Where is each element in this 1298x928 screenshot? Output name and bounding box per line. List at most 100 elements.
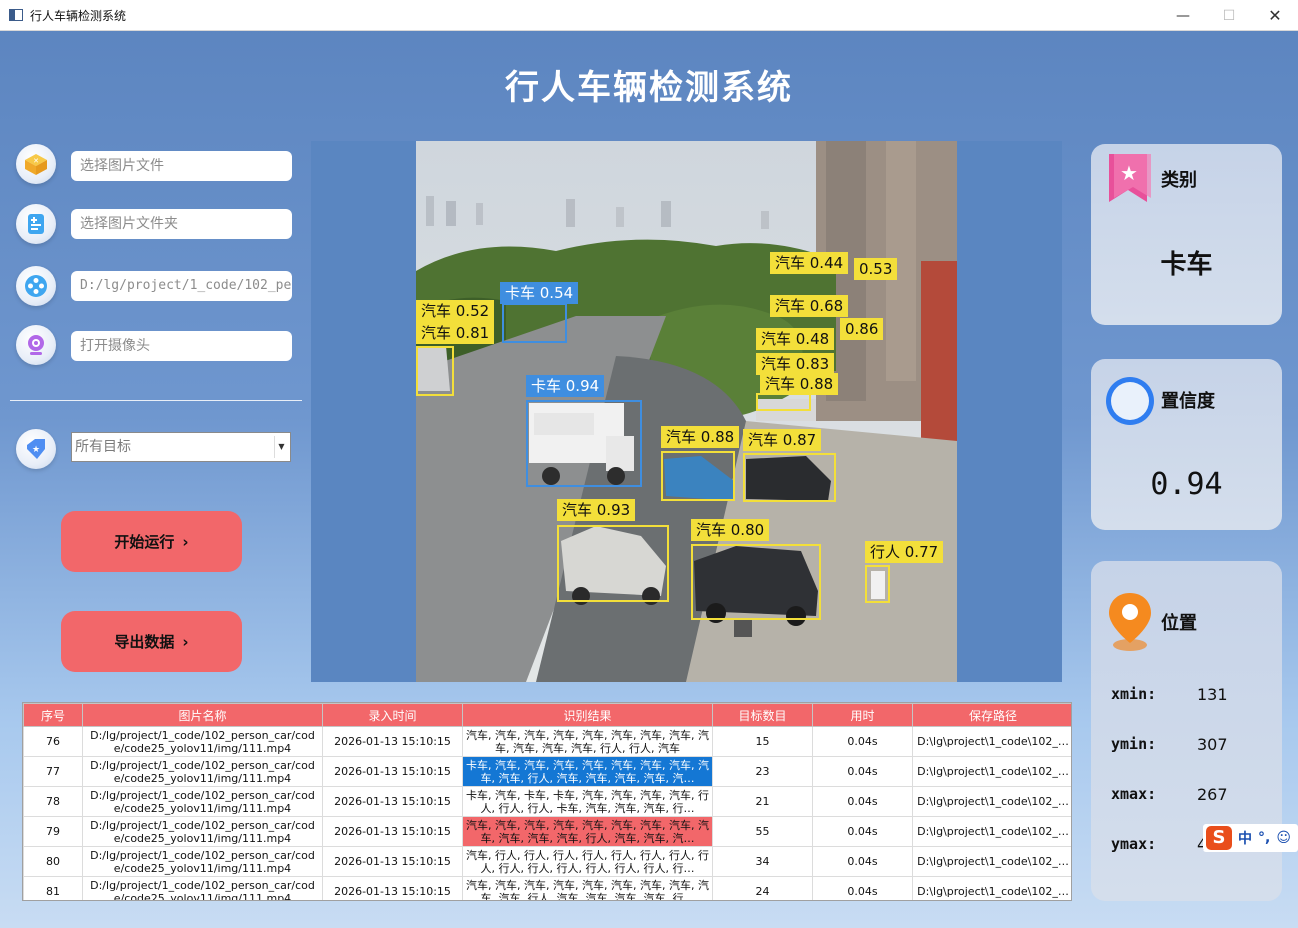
cell-id[interactable]: 76 [23, 726, 83, 757]
cell-count[interactable]: 21 [712, 786, 813, 817]
cell-result[interactable]: 汽车, 汽车, 汽车, 汽车, 汽车, 汽车, 汽车, 汽车, 汽车, 汽车, … [462, 816, 713, 847]
start-run-label: 开始运行 [114, 533, 175, 551]
col-header-count[interactable]: 目标数目 [712, 703, 813, 727]
cell-id[interactable]: 77 [23, 756, 83, 787]
start-run-button[interactable]: 开始运行 › [61, 511, 242, 572]
detection-box [502, 303, 567, 343]
cell-elapsed[interactable]: 0.04s [812, 786, 913, 817]
image-folder-icon[interactable] [16, 204, 56, 244]
cell-elapsed[interactable]: 0.04s [812, 756, 913, 787]
detection-label: 卡车 0.54 [500, 282, 579, 304]
emoji-icon[interactable]: ☺ [1276, 830, 1291, 846]
table-row[interactable]: 81 D:/lg/project/1_code/102_person_car/co… [23, 876, 1071, 900]
results-table[interactable]: 序号 图片名称 录入时间 识别结果 目标数目 用时 保存路径 76 D:/lg/p… [22, 702, 1072, 901]
ime-toolbar[interactable]: S 中 °, ☺ [1203, 824, 1298, 852]
table-row[interactable]: 77 D:/lg/project/1_code/102_person_car/co… [23, 756, 1071, 787]
cell-path[interactable]: D:\lg\project\1_code\102_… [912, 876, 1071, 900]
cell-elapsed[interactable]: 0.04s [812, 846, 913, 877]
cell-result[interactable]: 汽车, 汽车, 汽车, 汽车, 汽车, 汽车, 汽车, 汽车, 汽车, 汽车, … [462, 726, 713, 757]
cell-id[interactable]: 79 [23, 816, 83, 847]
cell-count[interactable]: 55 [712, 816, 813, 847]
svg-text:✕: ✕ [33, 157, 39, 165]
cell-name[interactable]: D:/lg/project/1_code/102_person_car/code… [82, 846, 323, 877]
cell-count[interactable]: 34 [712, 846, 813, 877]
ymin-value: 307 [1197, 735, 1228, 754]
cell-name[interactable]: D:/lg/project/1_code/102_person_car/code… [82, 756, 323, 787]
cell-time[interactable]: 2026-01-13 15:10:15 [322, 816, 463, 847]
detection-label: 0.53 [854, 258, 898, 280]
ymin-label: ymin: [1111, 735, 1157, 753]
detection-label: 0.86 [840, 318, 884, 340]
close-button[interactable]: ✕ [1252, 0, 1298, 31]
detection-label: 汽车 0.87 [743, 429, 822, 451]
ime-mode[interactable]: 中 [1238, 828, 1252, 848]
cell-path[interactable]: D:\lg\project\1_code\102_… [912, 756, 1071, 787]
cell-count[interactable]: 15 [712, 726, 813, 757]
ime-punct[interactable]: °, [1258, 830, 1270, 846]
xmin-label: xmin: [1111, 685, 1157, 703]
cell-path[interactable]: D:\lg\project\1_code\102_… [912, 786, 1071, 817]
video-path-field[interactable]: D:/lg/project/1_code/102_person_car/code… [71, 271, 292, 301]
confidence-ring-icon [1106, 377, 1154, 425]
svg-text:★: ★ [32, 445, 40, 455]
col-header-id[interactable]: 序号 [23, 703, 83, 727]
chevron-down-icon[interactable]: ▼ [274, 436, 288, 458]
cell-id[interactable]: 78 [23, 786, 83, 817]
cell-time[interactable]: 2026-01-13 15:10:15 [322, 756, 463, 787]
camera-icon[interactable] [16, 325, 56, 365]
col-header-name[interactable]: 图片名称 [82, 703, 323, 727]
cell-result[interactable]: 卡车, 汽车, 汽车, 汽车, 汽车, 汽车, 汽车, 汽车, 汽车, 汽车, … [462, 756, 713, 787]
export-data-label: 导出数据 [114, 633, 175, 651]
cell-time[interactable]: 2026-01-13 15:10:15 [322, 786, 463, 817]
cell-elapsed[interactable]: 0.04s [812, 816, 913, 847]
cell-path[interactable]: D:\lg\project\1_code\102_… [912, 816, 1071, 847]
cell-name[interactable]: D:/lg/project/1_code/102_person_car/code… [82, 816, 323, 847]
cell-id[interactable]: 80 [23, 846, 83, 877]
minimize-button[interactable]: — [1160, 0, 1206, 31]
camera-field[interactable]: 打开摄像头 [71, 331, 292, 361]
cell-count[interactable]: 24 [712, 876, 813, 900]
cell-path[interactable]: D:\lg\project\1_code\102_… [912, 726, 1071, 757]
cell-path[interactable]: D:\lg\project\1_code\102_… [912, 846, 1071, 877]
tag-icon: ★ [16, 429, 56, 469]
image-folder-field[interactable]: 选择图片文件夹 [71, 209, 292, 239]
col-header-time[interactable]: 录入时间 [322, 703, 463, 727]
export-data-button[interactable]: 导出数据 › [61, 611, 242, 672]
cell-time[interactable]: 2026-01-13 15:10:15 [322, 846, 463, 877]
cell-result[interactable]: 汽车, 汽车, 汽车, 汽车, 汽车, 汽车, 汽车, 汽车, 汽车, 汽车, … [462, 876, 713, 900]
table-row[interactable]: 80 D:/lg/project/1_code/102_person_car/co… [23, 846, 1071, 877]
cell-result[interactable]: 汽车, 行人, 行人, 行人, 行人, 行人, 行人, 行人, 行人, 行人, … [462, 846, 713, 877]
ymax-label: ymax: [1111, 835, 1157, 853]
maximize-button[interactable]: ☐ [1206, 0, 1252, 31]
cell-elapsed[interactable]: 0.04s [812, 726, 913, 757]
col-header-path[interactable]: 保存路径 [912, 703, 1071, 727]
ymax-row: ymax:409 [1111, 835, 1228, 854]
image-file-field[interactable]: 选择图片文件 [71, 151, 292, 181]
cell-name[interactable]: D:/lg/project/1_code/102_person_car/code… [82, 786, 323, 817]
cell-time[interactable]: 2026-01-13 15:10:15 [322, 726, 463, 757]
cell-elapsed[interactable]: 0.04s [812, 876, 913, 900]
ime-logo-icon[interactable]: S [1206, 826, 1232, 850]
col-header-result[interactable]: 识别结果 [462, 703, 713, 727]
col-header-elapsed[interactable]: 用时 [812, 703, 913, 727]
category-card: ★ 类别 卡车 [1091, 144, 1282, 325]
cell-name[interactable]: D:/lg/project/1_code/102_person_car/code… [82, 876, 323, 900]
cell-result[interactable]: 卡车, 汽车, 卡车, 卡车, 汽车, 汽车, 汽车, 汽车, 行人, 行人, … [462, 786, 713, 817]
window-title: 行人车辆检测系统 [30, 8, 127, 23]
xmin-row: xmin: 131 [1111, 685, 1228, 704]
page-title: 行人车辆检测系统 [505, 68, 793, 108]
app-icon [9, 9, 23, 21]
table-row[interactable]: 79 D:/lg/project/1_code/102_person_car/co… [23, 816, 1071, 847]
image-file-icon[interactable]: ✕ [16, 144, 56, 184]
table-row[interactable]: 76 D:/lg/project/1_code/102_person_car/co… [23, 726, 1071, 757]
detection-label: 汽车 0.88 [661, 426, 740, 448]
table-row[interactable]: 78 D:/lg/project/1_code/102_person_car/co… [23, 786, 1071, 817]
target-select[interactable]: 所有目标 ▼ [71, 432, 291, 462]
video-icon[interactable] [16, 266, 56, 306]
xmin-value: 131 [1197, 685, 1228, 704]
detection-image: 汽车 0.52 汽车 0.81 卡车 0.54 卡车 0.94 汽车 0.44 … [416, 141, 957, 682]
cell-name[interactable]: D:/lg/project/1_code/102_person_car/code… [82, 726, 323, 757]
cell-time[interactable]: 2026-01-13 15:10:15 [322, 876, 463, 900]
cell-count[interactable]: 23 [712, 756, 813, 787]
cell-id[interactable]: 81 [23, 876, 83, 900]
